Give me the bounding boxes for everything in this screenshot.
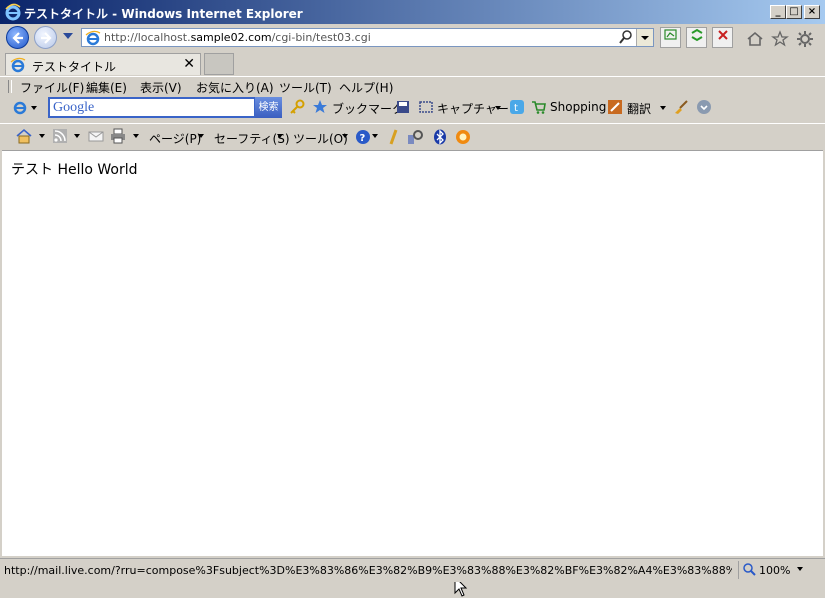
address-bar[interactable]: http://localhost.sample02.com/cgi-bin/te… <box>81 28 654 47</box>
close-window-button[interactable]: × <box>804 5 820 19</box>
new-tab-button[interactable] <box>204 53 234 75</box>
chevron-down-icon[interactable] <box>277 134 283 138</box>
search-icon[interactable] <box>619 30 633 44</box>
zoom-level: 100% <box>759 564 791 577</box>
help-icon[interactable]: ? <box>355 129 371 145</box>
stop-icon <box>717 30 728 40</box>
tab-active[interactable]: テストタイトル ✕ <box>5 53 201 75</box>
mail-icon[interactable] <box>88 128 104 144</box>
pen-icon[interactable] <box>386 129 402 145</box>
compatibility-view-button[interactable] <box>660 27 681 48</box>
forward-button[interactable] <box>34 26 57 49</box>
feeds-icon[interactable] <box>52 128 68 144</box>
zoom-control[interactable]: 100% <box>738 561 822 579</box>
google-search-button[interactable]: 検索 <box>255 97 282 118</box>
broom-icon[interactable] <box>673 99 689 115</box>
translate-icon[interactable] <box>607 99 623 115</box>
svg-text:t: t <box>514 103 518 114</box>
orange-addon-icon[interactable] <box>455 129 471 145</box>
stop-button[interactable] <box>712 27 733 48</box>
chevron-down-icon[interactable] <box>372 134 378 138</box>
page-menu[interactable]: ページ(P) <box>149 130 201 147</box>
chevron-down-icon[interactable] <box>31 106 37 110</box>
address-url: http://localhost.sample02.com/cgi-bin/te… <box>104 31 371 44</box>
safety-menu[interactable]: セーフティ(S) <box>214 130 290 147</box>
tab-label: テストタイトル <box>32 60 117 74</box>
zoom-magnifier-icon <box>743 563 756 576</box>
ie-page-icon <box>10 57 26 73</box>
ie-page-icon[interactable] <box>12 99 28 115</box>
home-icon[interactable] <box>16 128 32 144</box>
bookmark-button[interactable]: ブックマーク <box>332 100 404 117</box>
back-button[interactable] <box>6 26 29 49</box>
chevron-down-icon[interactable] <box>495 106 501 110</box>
content-text: テスト Hello World <box>11 162 138 178</box>
google-toolbar: Google 検索 ブックマーク キャプチャー t Shopping 翻訳 <box>0 96 825 120</box>
menu-view[interactable]: 表示(V) <box>140 79 182 96</box>
ie-page-icon <box>85 30 101 46</box>
address-row: http://localhost.sample02.com/cgi-bin/te… <box>0 24 825 51</box>
chevron-down-icon[interactable] <box>133 134 139 138</box>
shopping-cart-icon[interactable] <box>531 99 547 115</box>
page-content[interactable]: テスト Hello World <box>2 150 823 597</box>
recent-pages-dropdown[interactable] <box>63 33 73 39</box>
status-bar: http://mail.live.com/?rru=compose%3Fsubj… <box>0 558 825 582</box>
toolbar-grip <box>8 80 12 93</box>
key-icon[interactable] <box>289 99 305 115</box>
shopping-button[interactable]: Shopping <box>550 100 606 114</box>
bookmark-star-icon[interactable] <box>312 99 328 115</box>
tab-row: テストタイトル ✕ <box>0 51 825 76</box>
refresh-icon <box>690 28 703 42</box>
forward-arrow-icon <box>41 32 52 44</box>
print-icon[interactable] <box>110 128 126 144</box>
status-text: http://mail.live.com/?rru=compose%3Fsubj… <box>4 564 732 577</box>
minimize-button[interactable]: _ <box>770 5 786 19</box>
favorites-star-icon[interactable] <box>771 30 789 48</box>
menu-bar: ファイル(F) 編集(E) 表示(V) お気に入り(A) ツール(T) ヘルプ(… <box>0 76 825 96</box>
chevron-down-icon[interactable] <box>39 134 45 138</box>
chevron-down-icon[interactable] <box>342 134 348 138</box>
compatibility-icon <box>664 29 677 40</box>
chevron-down-icon[interactable] <box>797 567 803 571</box>
menu-favorites[interactable]: お気に入り(A) <box>196 79 274 96</box>
window-title: テストタイトル - Windows Internet Explorer <box>24 7 303 21</box>
translate-button[interactable]: 翻訳 <box>627 100 651 117</box>
refresh-button[interactable] <box>686 27 707 48</box>
close-tab-icon[interactable]: ✕ <box>183 56 195 72</box>
google-logo: Google <box>53 100 95 115</box>
google-search-input[interactable]: Google <box>48 97 256 118</box>
menu-edit[interactable]: 編集(E) <box>86 79 127 96</box>
more-options-icon[interactable] <box>696 99 712 115</box>
chevron-down-icon[interactable] <box>74 134 80 138</box>
menu-help[interactable]: ヘルプ(H) <box>339 79 393 96</box>
capture-icon[interactable] <box>418 99 434 115</box>
menu-file[interactable]: ファイル(F) <box>20 79 84 96</box>
ie-logo-icon <box>5 3 21 21</box>
save-icon[interactable] <box>395 99 411 115</box>
menu-tools[interactable]: ツール(T) <box>279 79 332 96</box>
research-icon[interactable] <box>407 129 423 145</box>
bluetooth-icon[interactable] <box>432 129 448 145</box>
tools-menu[interactable]: ツール(O) <box>293 130 348 147</box>
twitter-icon[interactable]: t <box>509 99 525 115</box>
command-bar: ページ(P) セーフティ(S) ツール(O) ? <box>0 123 825 150</box>
chevron-down-icon[interactable] <box>198 134 204 138</box>
gear-icon[interactable] <box>796 30 814 48</box>
window-title-bar: テストタイトル - Windows Internet Explorer _ □ … <box>0 0 825 24</box>
chevron-down-icon[interactable] <box>660 106 666 110</box>
svg-text:?: ? <box>360 133 366 144</box>
maximize-button[interactable]: □ <box>786 5 802 19</box>
address-dropdown[interactable] <box>636 29 653 46</box>
home-icon[interactable] <box>746 30 764 48</box>
back-arrow-icon <box>12 32 23 44</box>
